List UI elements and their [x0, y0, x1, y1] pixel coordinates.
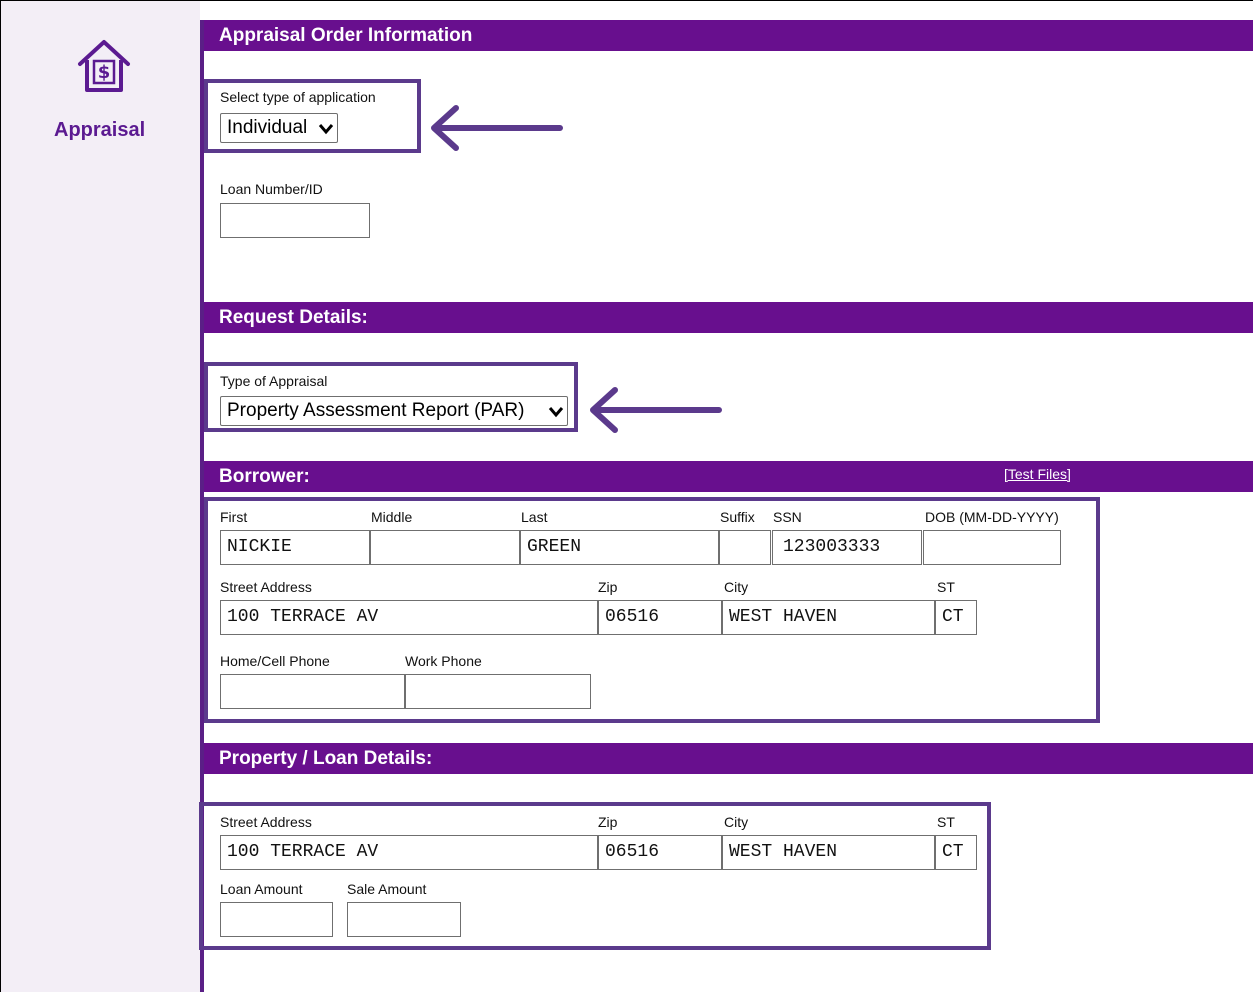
highlight-property [199, 802, 991, 950]
house-dollar-icon[interactable]: $ [76, 38, 132, 96]
highlight-borrower [204, 497, 1100, 723]
loan-number-label: Loan Number/ID [220, 181, 323, 197]
highlight-appraisal-type [204, 362, 578, 432]
svg-text:$: $ [98, 62, 111, 83]
test-files-link[interactable]: [Test Files] [1004, 466, 1071, 482]
section-header-borrower: Borrower: [204, 461, 1253, 492]
sidebar [1, 1, 200, 992]
arrow-left-icon [590, 387, 722, 433]
section-header-request: Request Details: [204, 302, 1253, 333]
sidebar-label[interactable]: Appraisal [54, 119, 154, 142]
highlight-app-type [204, 79, 421, 153]
arrow-left-icon [431, 105, 563, 151]
loan-number-input[interactable] [220, 203, 370, 238]
section-header-property: Property / Loan Details: [204, 743, 1253, 774]
section-header-order-info: Appraisal Order Information [204, 20, 1253, 51]
